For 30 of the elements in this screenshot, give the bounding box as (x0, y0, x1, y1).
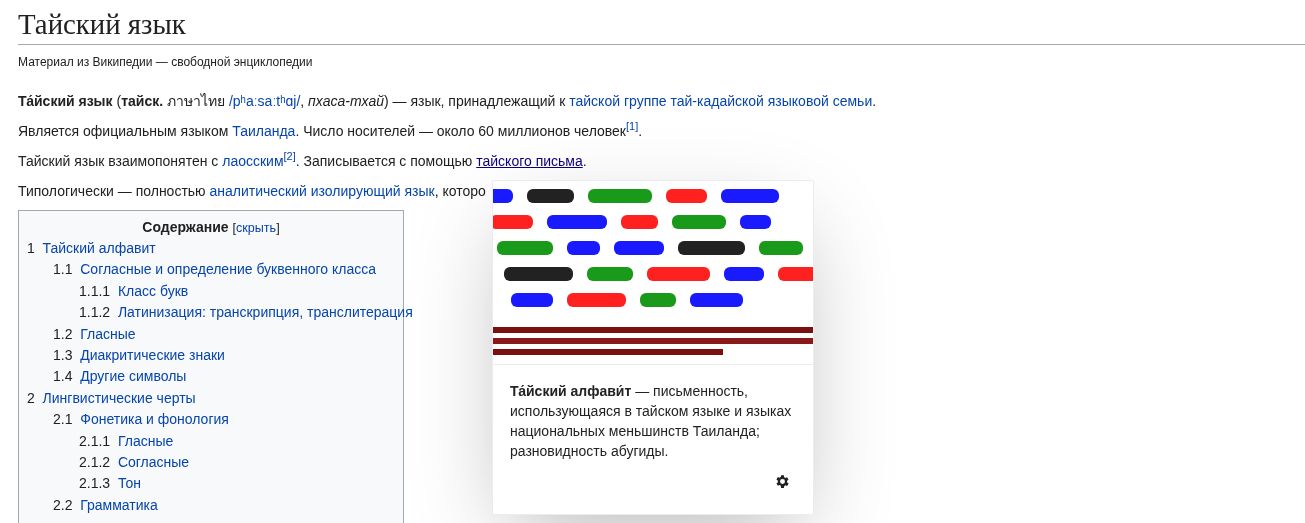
paragraph: Тайский язык взаимопонятен с лаосским$^{[2]}$. Записывается с помощью тайского письма. (18, 150, 588, 171)
toc-item[interactable]: 1.2 Гласные (53, 323, 136, 346)
toc-item[interactable]: 2.2 Грамматика (53, 494, 158, 517)
toc-item[interactable]: 1.4 Другие символы (53, 366, 187, 388)
link[interactable]: тайского письма (476, 153, 583, 169)
toc-item[interactable]: 2.1 Фонетика и фонология (53, 409, 229, 431)
toc-item[interactable]: 2.1.1 Гласные (79, 430, 174, 453)
toc-item[interactable]: 1.3 Диакритические знаки (53, 345, 225, 367)
toc-title: Содержание (142, 219, 229, 235)
page-title: Тайский язык (18, 8, 186, 41)
paragraph: Та́йский язык (тайск. ภาษาไทย /pʰaːsaːtʰɑj/, пхаса-тхай) — язык, принадлежащий к тайской группе тай-кадайской языковой семьи. (18, 92, 878, 111)
toggle-bracket: [скрыть] (232, 221, 280, 235)
link[interactable]: лаосским (222, 153, 284, 169)
toc-item[interactable]: 2.1.3 Тон (79, 473, 141, 495)
preview-text: Та́йский алфави́т — письменность, использующаяся в тайском языке и языках национальных меньшинств Таиланда; разновидность абугиды. (509, 382, 793, 461)
toc-item[interactable]: 1 Тайский алфавит (27, 238, 156, 260)
toc-item[interactable]: 1.1 Согласные и определение буквенного класса (53, 259, 377, 281)
paragraph: Является официальным языком Таиланда. Число носителей — около 60 миллионов человек$^{[1]}$. (18, 120, 644, 141)
reference-link[interactable]: [2] (283, 150, 296, 163)
link[interactable]: /pʰaːsaːtʰɑj/ (228, 93, 301, 109)
link[interactable]: тайской группе (569, 93, 671, 109)
toc-item[interactable]: 2 Лингвистические черты (27, 387, 196, 410)
toc-item[interactable]: 2.1.2 Согласные (79, 452, 190, 474)
subtitle: Материал из Википедии — свободной энциклопедии (18, 55, 313, 69)
settings-icon[interactable] (774, 473, 791, 490)
paragraph: Типологически — полностью аналитический изолирующий язык, которо (18, 182, 487, 201)
toc-item[interactable]: 1.1.1 Класс букв (79, 280, 189, 303)
link[interactable]: аналитический изолирующий язык (209, 183, 435, 199)
toc-item[interactable]: 1.1.2 Латинизация: транскрипция, транслитерация (79, 302, 413, 324)
reference-link[interactable]: [1] (625, 120, 639, 133)
